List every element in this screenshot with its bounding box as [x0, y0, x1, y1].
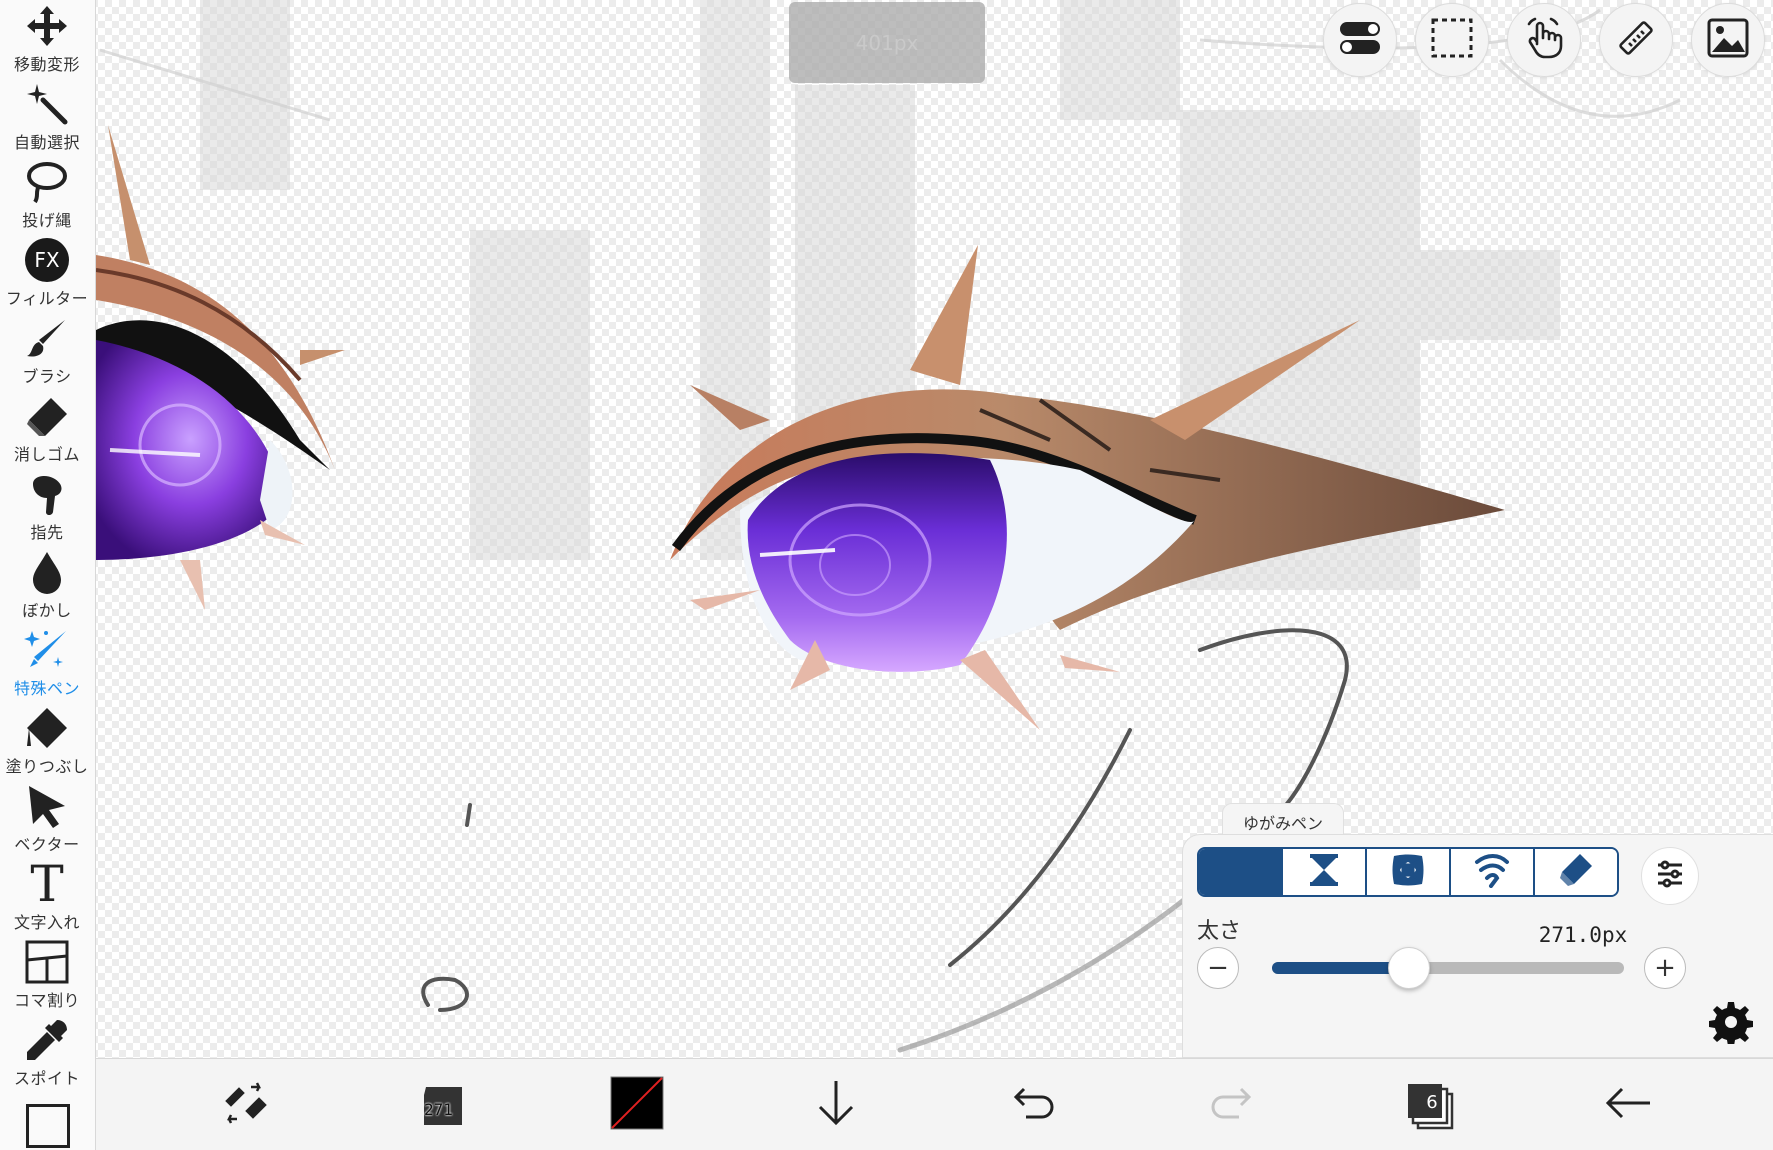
slider-knob[interactable]: [1388, 947, 1431, 989]
redo-button[interactable]: [1196, 1073, 1266, 1137]
brush-icon: [23, 314, 71, 362]
tool-fill[interactable]: 塗りつぶし: [0, 704, 94, 782]
tool-eyedropper[interactable]: スポイト: [0, 1016, 94, 1094]
special-pen-icon: [23, 626, 71, 674]
size-increase-button[interactable]: +: [1644, 947, 1686, 989]
selection-button[interactable]: [1415, 3, 1489, 77]
brush-size-icon: 271: [420, 1081, 468, 1129]
layer-count: 6: [1426, 1091, 1438, 1113]
gear-icon: [1709, 1000, 1753, 1048]
size-slider[interactable]: [1272, 947, 1624, 989]
crescent-push-icon: [1220, 852, 1260, 892]
back-button[interactable]: [1593, 1073, 1663, 1137]
mode-bloat[interactable]: [1367, 849, 1451, 895]
vector-cursor-icon: [23, 782, 71, 830]
tool-brush[interactable]: ブラシ: [0, 314, 94, 392]
frame-divider-icon: [23, 938, 71, 986]
size-decrease-button[interactable]: −: [1197, 947, 1239, 989]
redo-icon: [1209, 1083, 1253, 1127]
hand-touch-icon: [1523, 16, 1565, 64]
bottom-bar: 271 6: [96, 1058, 1773, 1150]
tool-special-pen[interactable]: 特殊ペン: [0, 626, 94, 704]
fx-filter-icon: FX: [23, 236, 71, 284]
fill-bucket-icon: [23, 704, 71, 752]
brush-size-button[interactable]: 271: [409, 1073, 479, 1137]
eyedropper-icon: [23, 1016, 71, 1064]
mode-eraser-restore[interactable]: [1535, 849, 1617, 895]
download-button[interactable]: [801, 1073, 871, 1137]
tool-eraser[interactable]: 消しゴム: [0, 392, 94, 470]
tool-frame-divider[interactable]: コマ割り: [0, 938, 94, 1016]
image-material-button[interactable]: [1691, 3, 1765, 77]
brush-size-number: 271: [424, 1100, 453, 1119]
color-swatch-icon: [610, 1076, 664, 1134]
layers-icon: 6: [1404, 1080, 1454, 1130]
brush-settings-button[interactable]: [1641, 847, 1699, 905]
hourglass-pinch-icon: [1308, 852, 1340, 892]
tool-move-transform[interactable]: 移動変形: [0, 2, 94, 80]
move-transform-icon: [23, 2, 71, 50]
undo-icon: [1012, 1083, 1056, 1127]
bloat-icon: [1390, 852, 1426, 892]
brush-adjust-icon: [221, 1081, 269, 1129]
sliders-icon: [1655, 859, 1685, 893]
tool-lasso[interactable]: 投げ縄: [0, 158, 94, 236]
tool-blur[interactable]: ぼかし: [0, 548, 94, 626]
tool-filter[interactable]: FX フィルター: [0, 236, 94, 314]
mode-swirl[interactable]: [1451, 849, 1535, 895]
brush-panel: 太さ 271.0px − +: [1182, 834, 1773, 1058]
undo-button[interactable]: [999, 1073, 1069, 1137]
magic-wand-icon: [23, 80, 71, 128]
tool-auto-select[interactable]: 自動選択: [0, 80, 94, 158]
size-value: 271.0px: [1538, 923, 1628, 947]
brush-size-indicator: 401px: [789, 2, 985, 83]
toggle-button[interactable]: [1323, 3, 1397, 77]
back-arrow-icon: [1604, 1085, 1652, 1125]
brush-adjust-button[interactable]: [210, 1073, 280, 1137]
blur-drop-icon: [23, 548, 71, 596]
tool-finger[interactable]: 指先: [0, 470, 94, 548]
eraser-restore-icon: [1558, 852, 1594, 892]
ruler-button[interactable]: [1599, 3, 1673, 77]
ruler-icon: [1615, 17, 1657, 63]
image-material-icon: [1707, 18, 1749, 62]
tool-extra-square-icon[interactable]: [26, 1104, 70, 1148]
color-swatch-button[interactable]: [602, 1073, 672, 1137]
tool-text[interactable]: T 文字入れ: [0, 855, 94, 938]
size-label: 太さ: [1197, 919, 1242, 944]
toggle-icon: [1338, 18, 1382, 62]
left-toolbar: 移動変形 自動選択 投げ縄 FX フィルター ブラシ 消しゴム 指先 ぼかし 特…: [0, 0, 96, 1150]
eraser-icon: [23, 392, 71, 440]
warp-mode-selector: [1197, 847, 1619, 897]
text-icon: T: [30, 855, 64, 913]
mode-hourglass-pinch[interactable]: [1283, 849, 1367, 895]
layers-button[interactable]: 6: [1394, 1073, 1464, 1137]
tool-vector[interactable]: ベクター: [0, 782, 94, 860]
mode-crescent-push[interactable]: [1199, 849, 1283, 895]
download-arrow-icon: [816, 1079, 856, 1131]
swirl-icon: [1473, 852, 1511, 892]
hand-touch-button[interactable]: [1507, 3, 1581, 77]
selection-rect-icon: [1431, 18, 1473, 62]
finger-smudge-icon: [23, 470, 71, 518]
lasso-icon: [23, 158, 71, 206]
gear-button[interactable]: [1708, 1001, 1754, 1047]
